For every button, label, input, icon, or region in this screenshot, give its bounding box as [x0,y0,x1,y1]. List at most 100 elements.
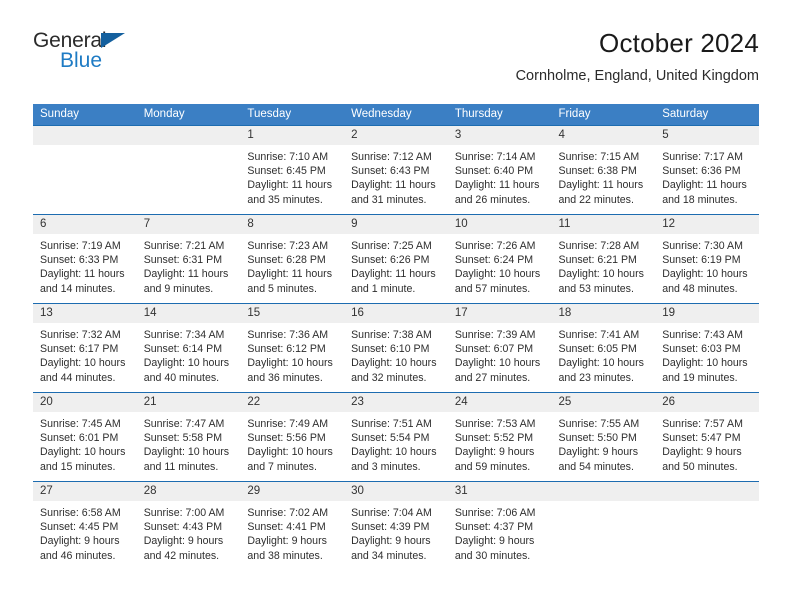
day-details: Sunrise: 7:53 AM Sunset: 5:52 PM Daylight:… [448,412,552,474]
daylight-text: Daylight: 10 hours and 40 minutes. [143,357,230,384]
daylight-text: Daylight: 11 hours and 22 minutes. [558,179,644,206]
sunrise-text: Sunrise: 7:43 AM [662,329,743,341]
sunset-text: Sunset: 6:36 PM [662,165,741,178]
day-number [551,482,656,501]
calendar-week-row: 13 Sunrise: 7:32 AM Sunset: 6:17 PM Dayligh… [33,303,759,393]
day-details [655,501,759,506]
day-number: 8 [240,215,345,234]
sunrise-text: Sunrise: 7:47 AM [143,418,225,430]
calendar-day-cell[interactable]: 12 Sunrise: 7:30 AM Sunset: 6:19 PM Dayligh… [655,214,759,304]
calendar-day-cell[interactable]: 11 Sunrise: 7:28 AM Sunset: 6:21 PM Dayligh… [551,214,656,304]
calendar-day-cell[interactable]: 31 Sunrise: 7:06 AM Sunset: 4:37 PM Dayligh… [447,481,552,571]
sunrise-text: Sunrise: 7:34 AM [143,329,225,341]
daylight-text: Daylight: 11 hours and 35 minutes. [247,179,333,206]
day-details [33,145,137,150]
sunrise-text: Sunrise: 7:30 AM [662,240,743,252]
calendar-day-cell[interactable]: 1 Sunrise: 7:10 AM Sunset: 6:45 PM Daylight… [240,125,345,215]
calendar-day-cell[interactable]: 27 Sunrise: 6:58 AM Sunset: 4:45 PM Dayligh… [33,481,137,571]
daylight-text: Daylight: 9 hours and 42 minutes. [143,535,224,562]
sunset-text: Sunset: 6:45 PM [247,165,326,178]
logo-text-blue: Blue [60,49,103,72]
calendar-day-cell[interactable]: 13 Sunrise: 7:32 AM Sunset: 6:17 PM Dayligh… [33,303,137,393]
sunrise-text: Sunrise: 7:19 AM [40,240,121,252]
calendar-day-cell[interactable]: 5 Sunrise: 7:17 AM Sunset: 6:36 PM Daylight… [655,125,759,215]
day-number: 1 [240,126,345,145]
sunset-text: Sunset: 6:33 PM [40,254,119,267]
calendar-day-cell[interactable]: 16 Sunrise: 7:38 AM Sunset: 6:10 PM Dayligh… [344,303,448,393]
calendar-day-cell[interactable]: 2 Sunrise: 7:12 AM Sunset: 6:43 PM Daylight… [344,125,448,215]
calendar-day-cell[interactable]: 6 Sunrise: 7:19 AM Sunset: 6:33 PM Daylight… [33,214,137,304]
weekday-header-sunday: Sunday [33,104,137,126]
day-details: Sunrise: 7:28 AM Sunset: 6:21 PM Daylight:… [552,234,656,296]
sunrise-text: Sunrise: 7:38 AM [351,329,432,341]
sunrise-text: Sunrise: 7:04 AM [351,507,432,519]
daylight-text: Daylight: 10 hours and 57 minutes. [454,268,541,295]
daylight-text: Daylight: 10 hours and 23 minutes. [558,357,644,384]
daylight-text: Daylight: 11 hours and 5 minutes. [247,268,333,295]
daylight-text: Daylight: 10 hours and 44 minutes. [40,357,126,384]
calendar-day-cell[interactable]: 18 Sunrise: 7:41 AM Sunset: 6:05 PM Dayligh… [551,303,656,393]
sunset-text: Sunset: 4:37 PM [454,521,534,534]
calendar-day-cell[interactable]: 25 Sunrise: 7:55 AM Sunset: 5:50 PM Dayligh… [551,392,656,482]
calendar-day-cell[interactable]: 26 Sunrise: 7:57 AM Sunset: 5:47 PM Dayligh… [655,392,759,482]
daylight-text: Daylight: 10 hours and 32 minutes. [351,357,437,384]
day-details: Sunrise: 6:58 AM Sunset: 4:45 PM Daylight:… [33,501,137,563]
calendar-day-cell[interactable]: 8 Sunrise: 7:23 AM Sunset: 6:28 PM Daylight… [240,214,345,304]
sunset-text: Sunset: 5:50 PM [558,432,637,445]
day-details: Sunrise: 7:39 AM Sunset: 6:07 PM Daylight:… [448,323,552,385]
day-number: 19 [655,304,759,323]
calendar-day-cell[interactable]: 23 Sunrise: 7:51 AM Sunset: 5:54 PM Dayligh… [344,392,448,482]
sunrise-text: Sunrise: 7:02 AM [247,507,329,519]
daylight-text: Daylight: 10 hours and 19 minutes. [662,357,748,384]
sunrise-text: Sunrise: 7:57 AM [662,418,743,430]
day-details: Sunrise: 7:41 AM Sunset: 6:05 PM Daylight:… [552,323,656,385]
calendar-day-cell[interactable]: 24 Sunrise: 7:53 AM Sunset: 5:52 PM Dayligh… [447,392,552,482]
daylight-text: Daylight: 11 hours and 14 minutes. [40,268,125,295]
day-details: Sunrise: 7:32 AM Sunset: 6:17 PM Daylight:… [33,323,137,385]
day-details: Sunrise: 7:34 AM Sunset: 6:14 PM Daylight:… [137,323,241,385]
day-details: Sunrise: 7:55 AM Sunset: 5:50 PM Daylight:… [552,412,656,474]
day-details: Sunrise: 7:19 AM Sunset: 6:33 PM Daylight:… [33,234,137,296]
sunset-text: Sunset: 6:17 PM [40,343,119,356]
sunset-text: Sunset: 6:24 PM [454,254,534,267]
sunrise-text: Sunrise: 7:32 AM [40,329,121,341]
sunrise-text: Sunrise: 7:06 AM [454,507,536,519]
sunrise-text: Sunrise: 7:00 AM [143,507,225,519]
sunrise-text: Sunrise: 7:45 AM [40,418,121,430]
day-number: 27 [33,482,137,501]
daylight-text: Daylight: 11 hours and 9 minutes. [143,268,229,295]
day-number: 17 [447,304,552,323]
calendar-day-cell[interactable]: 4 Sunrise: 7:15 AM Sunset: 6:38 PM Daylight… [551,125,656,215]
page-title: October 2024 [599,28,759,58]
weekday-header-friday: Friday [551,104,656,126]
daylight-text: Daylight: 9 hours and 38 minutes. [247,535,327,562]
calendar-day-cell[interactable]: 28 Sunrise: 7:00 AM Sunset: 4:43 PM Dayligh… [136,481,241,571]
calendar-day-cell[interactable]: 7 Sunrise: 7:21 AM Sunset: 6:31 PM Daylight… [136,214,241,304]
calendar-day-cell[interactable]: 17 Sunrise: 7:39 AM Sunset: 6:07 PM Dayligh… [447,303,552,393]
day-number: 14 [136,304,241,323]
calendar-day-cell[interactable]: 3 Sunrise: 7:14 AM Sunset: 6:40 PM Daylight… [447,125,552,215]
calendar-day-cell[interactable]: 14 Sunrise: 7:34 AM Sunset: 6:14 PM Dayligh… [136,303,241,393]
weekday-header-thursday: Thursday [447,104,552,126]
calendar-day-cell[interactable]: 9 Sunrise: 7:25 AM Sunset: 6:26 PM Daylight… [344,214,448,304]
sunset-text: Sunset: 6:07 PM [454,343,534,356]
day-details: Sunrise: 7:43 AM Sunset: 6:03 PM Daylight:… [655,323,759,385]
day-details: Sunrise: 7:02 AM Sunset: 4:41 PM Daylight:… [240,501,344,563]
calendar-day-cell[interactable]: 19 Sunrise: 7:43 AM Sunset: 6:03 PM Dayligh… [655,303,759,393]
day-number: 7 [136,215,241,234]
calendar-day-cell[interactable]: 21 Sunrise: 7:47 AM Sunset: 5:58 PM Dayligh… [136,392,241,482]
sunrise-text: Sunrise: 7:23 AM [247,240,329,252]
day-details: Sunrise: 7:30 AM Sunset: 6:19 PM Daylight:… [655,234,759,296]
calendar-day-cell[interactable]: 10 Sunrise: 7:26 AM Sunset: 6:24 PM Dayligh… [447,214,552,304]
calendar-day-cell[interactable]: 15 Sunrise: 7:36 AM Sunset: 6:12 PM Dayligh… [240,303,345,393]
calendar-day-cell[interactable]: 20 Sunrise: 7:45 AM Sunset: 6:01 PM Dayligh… [33,392,137,482]
day-details: Sunrise: 7:26 AM Sunset: 6:24 PM Daylight:… [448,234,552,296]
sunset-text: Sunset: 5:56 PM [247,432,326,445]
calendar-week-row: 1 Sunrise: 7:10 AM Sunset: 6:45 PM Daylight… [33,125,759,215]
calendar-day-cell-empty [33,125,137,215]
day-number: 31 [447,482,552,501]
calendar-day-cell[interactable]: 22 Sunrise: 7:49 AM Sunset: 5:56 PM Dayligh… [240,392,345,482]
calendar-day-cell[interactable]: 29 Sunrise: 7:02 AM Sunset: 4:41 PM Dayligh… [240,481,345,571]
calendar-day-cell[interactable]: 30 Sunrise: 7:04 AM Sunset: 4:39 PM Dayligh… [344,481,448,571]
general-blue-logo: General Blue [33,30,153,78]
